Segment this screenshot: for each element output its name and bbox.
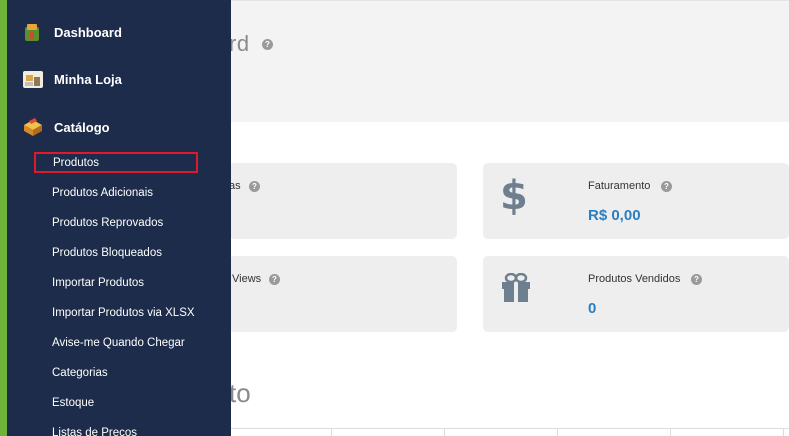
page-title: rd (229, 31, 250, 56)
store-icon (22, 68, 44, 90)
card-label: Views (232, 273, 262, 285)
section-title: to (229, 378, 251, 408)
sidebar-subitem-estoque[interactable]: Estoque (52, 393, 94, 413)
revenue-label: Faturamento (588, 180, 651, 192)
sidebar-subitem-importar-produtos[interactable]: Importar Produtos (52, 273, 144, 293)
table-header (229, 428, 789, 436)
help-icon[interactable]: ? (661, 181, 672, 192)
sidebar-subitem-produtos[interactable]: Produtos (34, 152, 198, 173)
sidebar-item-label: Catálogo (54, 119, 110, 135)
products-sold-label: Produtos Vendidos (588, 273, 681, 285)
products-sold-value: 0 (588, 300, 597, 317)
help-icon[interactable]: ? (262, 39, 273, 50)
sidebar-item-label: Minha Loja (54, 71, 122, 87)
sidebar-item-label: Dashboard (54, 24, 122, 40)
sidebar-subitem-importar-xlsx[interactable]: Importar Produtos via XLSX (52, 303, 195, 323)
sidebar-subitem-produtos-adicionais[interactable]: Produtos Adicionais (52, 183, 153, 203)
catalog-icon (22, 116, 44, 138)
sidebar-subitem-listas-precos[interactable]: Listas de Preços (52, 423, 137, 436)
dollar-icon: $ (500, 173, 528, 219)
sidebar-item-dashboard[interactable]: Dashboard (7, 17, 231, 47)
help-icon[interactable]: ? (691, 274, 702, 285)
revenue-card: $ Faturamento ? R$ 0,00 (483, 163, 789, 239)
sidebar: Dashboard Minha Loja Catálogo Produtos P… (0, 0, 231, 436)
sidebar-subitem-produtos-bloqueados[interactable]: Produtos Bloqueados (52, 243, 162, 263)
help-icon[interactable]: ? (249, 181, 260, 192)
sidebar-item-minha-loja[interactable]: Minha Loja (7, 64, 231, 94)
sidebar-subitem-produtos-reprovados[interactable]: Produtos Reprovados (52, 213, 163, 233)
sidebar-item-catalogo[interactable]: Catálogo (7, 112, 231, 142)
dashboard-icon (22, 21, 44, 43)
gift-icon (500, 272, 532, 303)
orders-card: as ? (229, 163, 457, 239)
help-icon[interactable]: ? (269, 274, 280, 285)
revenue-value: R$ 0,00 (588, 207, 641, 224)
sidebar-subitem-categorias[interactable]: Categorias (52, 363, 108, 383)
products-sold-card: Produtos Vendidos ? 0 (483, 256, 789, 332)
views-card: Views ? (229, 256, 457, 332)
sidebar-subitem-avise-me[interactable]: Avise-me Quando Chegar (52, 333, 185, 353)
